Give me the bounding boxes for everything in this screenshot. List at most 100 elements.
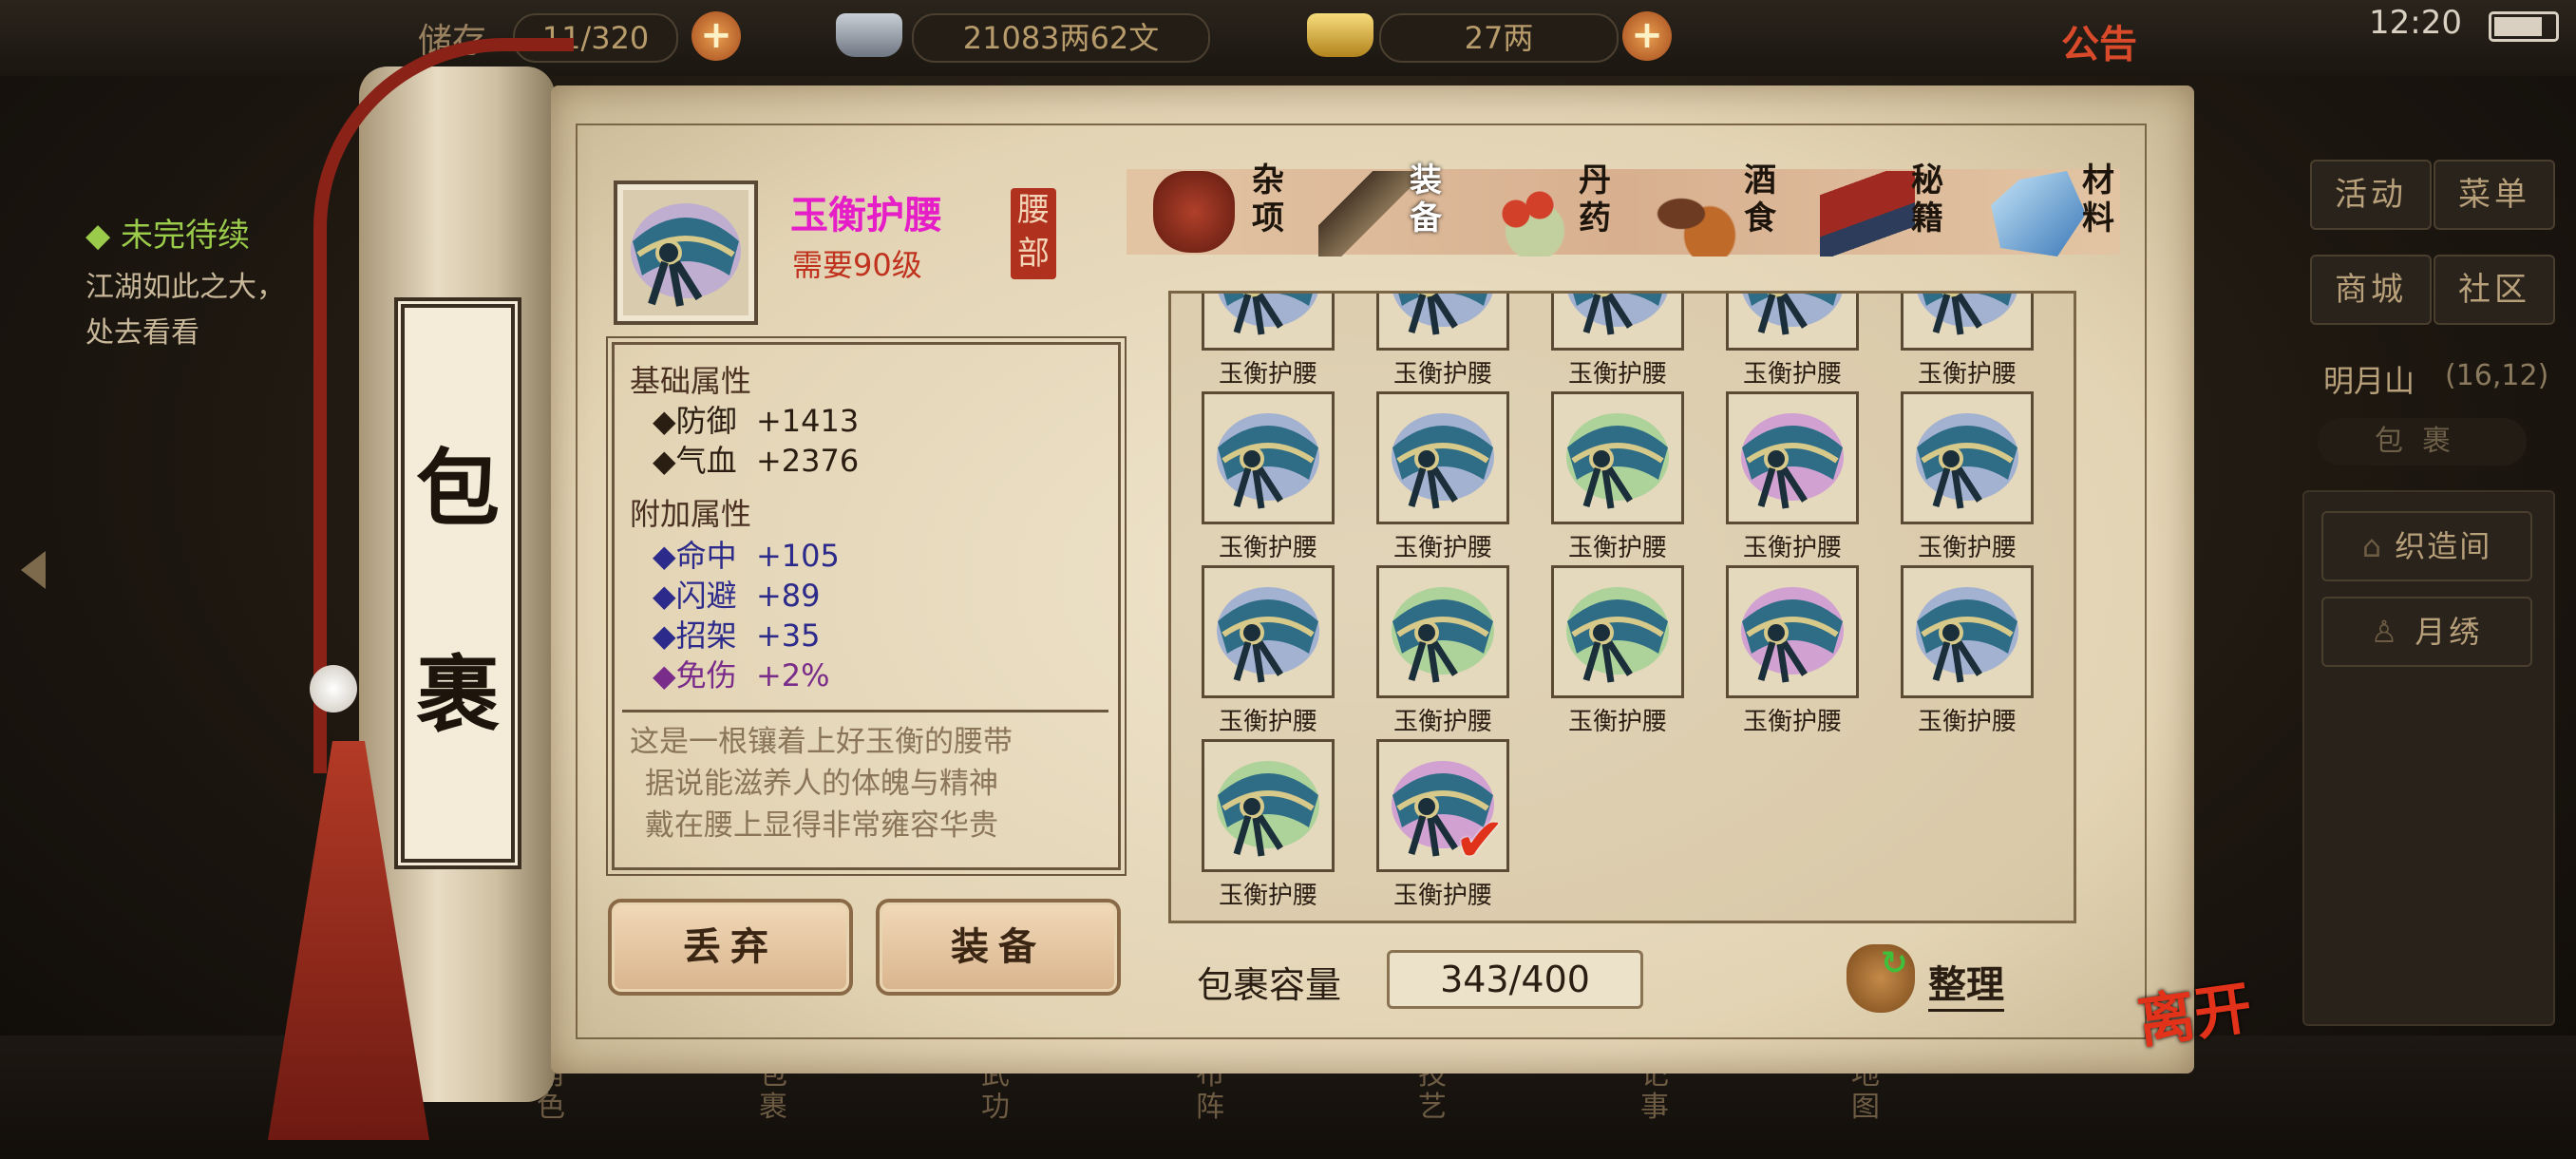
inventory-slot-label: 玉衡护腰 xyxy=(1567,708,1667,736)
sword-icon xyxy=(1318,171,1413,256)
shop-button[interactable]: 商城 xyxy=(2310,255,2432,325)
sub-menu-label: 包裹 xyxy=(2318,418,2527,466)
selected-item-icon xyxy=(614,180,758,325)
diamond-icon: ◆ xyxy=(653,657,676,694)
notice-button[interactable]: 公告 xyxy=(2061,13,2137,68)
inventory-slot-label: 玉衡护腰 xyxy=(1218,534,1317,562)
inventory-slot-label: 玉衡护腰 xyxy=(1218,360,1317,389)
gold-amount: 27两 xyxy=(1379,13,1619,63)
menu-button[interactable]: 菜单 xyxy=(2434,160,2555,230)
jade-belt-icon xyxy=(1741,413,1844,509)
leave-button[interactable]: 离开 xyxy=(2132,961,2257,1059)
inventory-slot[interactable] xyxy=(1202,391,1335,524)
inventory-slot[interactable] xyxy=(1551,294,1684,351)
inventory-slot[interactable] xyxy=(1726,391,1859,524)
add-gold-button[interactable]: + xyxy=(1622,11,1672,61)
tab-misc-label: 杂项 xyxy=(1252,162,1284,238)
sort-button[interactable]: 整理 xyxy=(1928,954,2004,1012)
tab-manuals-label: 秘籍 xyxy=(1911,162,1943,238)
jade-belt-icon xyxy=(1567,294,1668,335)
desc-divider xyxy=(622,710,1108,712)
extra-stat-row: ◆招架 +35 xyxy=(653,618,821,654)
item-name: 玉衡护腰 xyxy=(790,194,942,238)
jade-belt-icon xyxy=(1218,294,1318,335)
extra-stat-row: ◆免伤 +2% xyxy=(653,657,830,694)
inventory-slot[interactable] xyxy=(1202,739,1335,872)
base-stat-row: ◆气血 +2376 xyxy=(653,443,860,479)
inventory-slot[interactable] xyxy=(1376,294,1509,351)
jade-belt-icon xyxy=(1392,294,1493,335)
title-char-1: 包 xyxy=(415,439,500,538)
weaving-room-button[interactable]: ⌂ 织造间 xyxy=(2321,511,2532,581)
extra-attributes-title: 附加属性 xyxy=(630,496,752,532)
inventory-slot-label: 玉衡护腰 xyxy=(1567,360,1667,389)
item-description-line: 戴在腰上显得非常雍容华贵 xyxy=(645,808,998,843)
clock: 12:20 xyxy=(2369,4,2462,42)
inventory-grid[interactable]: 玉衡护腰 玉衡护腰 玉衡护腰 玉衡护腰 玉衡护腰 玉衡护腰 玉衡护腰 玉衡护腰 玉衡护腰 玉衡护腰… xyxy=(1168,291,2076,923)
activity-button[interactable]: 活动 xyxy=(2310,160,2432,230)
capacity-value: 343/400 xyxy=(1387,950,1643,1009)
inventory-slot-label: 玉衡护腰 xyxy=(1218,882,1317,910)
battery-icon xyxy=(2489,11,2559,42)
add-bag-button[interactable]: + xyxy=(691,11,741,61)
inventory-slot-label: 玉衡护腰 xyxy=(1218,708,1317,736)
money-bag-icon[interactable]: ↻ xyxy=(1847,944,1915,1013)
inventory-slot[interactable] xyxy=(1202,565,1335,698)
selected-checkmark-icon: ✔ xyxy=(1454,806,1506,876)
silver-ingot-icon xyxy=(836,13,902,57)
inventory-slot-label: 玉衡护腰 xyxy=(1917,708,2017,736)
inventory-slot-label: 玉衡护腰 xyxy=(1917,534,2017,562)
extra-stat-row: ◆命中 +105 xyxy=(653,538,840,574)
inventory-slot[interactable] xyxy=(1376,391,1509,524)
jade-belt-icon xyxy=(1217,761,1319,857)
jade-belt-icon xyxy=(1916,587,2018,683)
jar-icon xyxy=(1153,171,1235,253)
extra-stat-row: ◆闪避 +89 xyxy=(653,578,821,614)
base-stat-row: ◆防御 +1413 xyxy=(653,403,860,439)
inventory-slot[interactable] xyxy=(1551,391,1684,524)
book-icon xyxy=(1820,171,1915,256)
top-status-bar: 储存 11/320 + 21083两62文 27两 + 公告 12:20 xyxy=(0,0,2576,76)
inventory-slot[interactable] xyxy=(1726,565,1859,698)
tab-equipment-label: 装备 xyxy=(1410,162,1442,238)
tab-pills-label: 丹药 xyxy=(1579,162,1611,238)
community-button[interactable]: 社区 xyxy=(2434,255,2555,325)
inventory-slot[interactable] xyxy=(1726,294,1859,351)
jade-belt-icon xyxy=(1217,413,1319,509)
item-description-line: 据说能滋养人的体魄与精神 xyxy=(645,767,998,801)
location-coords: (16,12) xyxy=(2445,359,2549,392)
inventory-slot[interactable] xyxy=(1551,565,1684,698)
item-slot-seal: 腰部 xyxy=(1011,188,1056,279)
inventory-slot[interactable] xyxy=(1376,565,1509,698)
inventory-slot-label: 玉衡护腰 xyxy=(1392,534,1492,562)
inventory-slot-label: 玉衡护腰 xyxy=(1742,708,1842,736)
bag-title-tag: 包 裹 xyxy=(398,301,518,865)
diamond-icon: ◆ xyxy=(653,618,676,654)
jade-belt-icon xyxy=(1392,413,1494,509)
figure-icon: ♙ xyxy=(2370,614,2415,650)
tab-materials-label: 材料 xyxy=(2082,162,2114,238)
monthly-embroidery-button[interactable]: ♙ 月绣 xyxy=(2321,597,2532,667)
inventory-slot[interactable] xyxy=(1901,391,2034,524)
inventory-slot[interactable] xyxy=(1202,294,1335,351)
location-name: 明月山 xyxy=(2323,363,2415,399)
diamond-icon: ◆ xyxy=(653,443,676,479)
jade-belt-icon xyxy=(1566,587,1669,683)
jade-belt-icon xyxy=(1392,587,1494,683)
inventory-slot-label: 玉衡护腰 xyxy=(1392,882,1492,910)
pills-icon xyxy=(1487,171,1582,256)
collapse-left-arrow-icon[interactable] xyxy=(21,551,46,589)
equip-button[interactable]: 装备 xyxy=(876,899,1121,996)
item-attributes-panel: 基础属性 ◆防御 +1413 ◆气血 +2376 附加属性 ◆命中 +105 ◆… xyxy=(606,336,1127,876)
tab-wine-food-label: 酒食 xyxy=(1744,162,1776,238)
diamond-icon: ◆ xyxy=(653,578,676,614)
jade-belt-icon xyxy=(1742,294,1843,335)
title-char-2: 裹 xyxy=(415,645,500,744)
inventory-slot[interactable] xyxy=(1901,565,2034,698)
base-attributes-title: 基础属性 xyxy=(630,363,752,399)
inventory-slot-label: 玉衡护腰 xyxy=(1392,708,1492,736)
discard-button[interactable]: 丢弃 xyxy=(608,899,853,996)
inventory-slot[interactable] xyxy=(1901,294,2034,351)
inventory-slot-label: 玉衡护腰 xyxy=(1742,360,1842,389)
house-icon: ⌂ xyxy=(2361,528,2396,564)
